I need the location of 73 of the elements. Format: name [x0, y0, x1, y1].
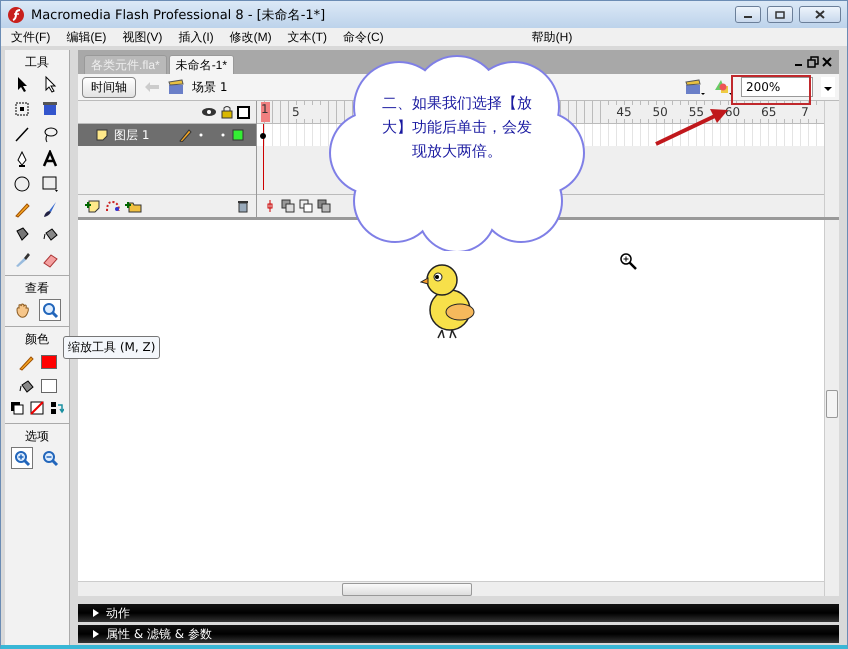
scene-label: 场景 1: [192, 78, 228, 96]
menu-item[interactable]: 视图(V): [120, 28, 164, 46]
swap-colors-icon: [50, 401, 64, 415]
color-swatch[interactable]: [41, 379, 57, 393]
maximize-icon: [775, 11, 785, 19]
horizontal-scrollbar-thumb[interactable]: [342, 583, 472, 596]
close-icon: [815, 10, 825, 19]
close-icon[interactable]: [821, 56, 833, 68]
shapes-menu-icon[interactable]: [713, 78, 733, 96]
clapperboard-icon: [168, 79, 184, 95]
transform-tool-icon: [13, 100, 31, 118]
vertical-scrollbar-thumb[interactable]: [826, 390, 838, 418]
menu-item[interactable]: 编辑(E): [64, 28, 108, 46]
app-logo-icon: [7, 6, 25, 24]
options-section-title: 选项: [25, 428, 49, 445]
pencil-icon: [178, 128, 192, 142]
add-layer-icon[interactable]: [84, 199, 102, 213]
onion-skin-icon[interactable]: [281, 199, 295, 213]
view-section-title: 查看: [25, 280, 49, 297]
add-guide-layer-icon[interactable]: [104, 199, 122, 213]
zoom-dropdown-button[interactable]: [821, 77, 835, 97]
callout-text: 二、如果我们选择【放大】功能后单击，会发现放大两倍。: [381, 93, 533, 162]
menu-item[interactable]: 修改(M): [228, 28, 274, 46]
caret-icon: [823, 86, 833, 92]
outline-square-icon[interactable]: [232, 129, 244, 141]
visibility-dot-icon[interactable]: [198, 132, 204, 138]
timeline-button[interactable]: 时间轴: [82, 76, 136, 98]
lock-dot-icon[interactable]: [220, 132, 226, 138]
menu-item[interactable]: 文本(T): [286, 28, 329, 46]
maximize-button[interactable]: [767, 6, 793, 23]
zoomin-tool-icon: [13, 449, 31, 467]
trash-icon[interactable]: [236, 199, 250, 213]
default-colors-icon: [10, 401, 24, 415]
window-title: Macromedia Flash Professional 8 - [未命名-1*]: [31, 6, 326, 24]
tooltip: 缩放工具 (M, Z): [63, 336, 160, 359]
collapsed-panel-header[interactable]: 动作: [78, 604, 839, 622]
close-button[interactable]: [799, 6, 841, 23]
color-swatch[interactable]: [41, 355, 57, 369]
minimize-button[interactable]: [735, 6, 761, 23]
rect-tool-icon: [41, 175, 59, 193]
oval-tool-icon: [13, 175, 31, 193]
frame-number: 1: [261, 102, 270, 122]
frame-number: 45: [606, 105, 642, 119]
text-tool-icon: [41, 150, 59, 168]
layer-icon: [96, 129, 108, 141]
frame-number: 65: [752, 105, 786, 119]
colors-section-title: 颜色: [25, 331, 49, 348]
menu-item[interactable]: 插入(I): [176, 28, 216, 46]
document-tab[interactable]: 未命名-1*: [168, 55, 234, 74]
layer-row[interactable]: 图层 1: [78, 124, 256, 146]
toolbox-title: 工具: [25, 54, 49, 71]
zoom-field[interactable]: 200%: [741, 77, 813, 97]
frame-number: 5: [290, 105, 321, 119]
line-tool-icon: [13, 125, 31, 143]
clapperboard-menu-icon[interactable]: [685, 78, 705, 96]
menu-item[interactable]: 命令(C): [340, 28, 386, 46]
zoomout-tool-icon: [41, 449, 59, 467]
frame-number: 55: [679, 105, 714, 119]
add-folder-icon[interactable]: [124, 199, 142, 213]
menu-item[interactable]: 帮助(H): [530, 28, 574, 46]
gradient-tool-icon: [41, 100, 59, 118]
lock-icon[interactable]: [221, 105, 233, 119]
keyframe-icon: [259, 132, 267, 140]
onion-outline-icon[interactable]: [299, 199, 313, 213]
edit-frames-icon[interactable]: [317, 199, 331, 213]
eye-icon[interactable]: [201, 106, 217, 118]
outline-icon[interactable]: [237, 106, 250, 118]
no-color-icon: [30, 401, 44, 415]
menu-item[interactable]: 文件(F): [9, 28, 52, 46]
restore-icon[interactable]: [807, 56, 819, 68]
zoom-in-cursor-icon: [619, 252, 639, 272]
collapsed-panel-header[interactable]: 属性 & 滤镜 & 参数: [78, 625, 839, 643]
zoom-tool-icon: [41, 301, 59, 319]
